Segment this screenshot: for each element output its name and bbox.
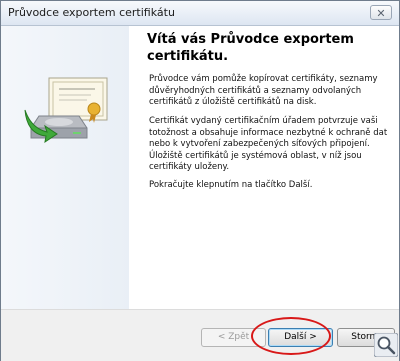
intro-paragraph: Průvodce vám pomůže kopírovat certifikát… (149, 74, 378, 107)
magnifier-icon[interactable] (374, 333, 398, 357)
continue-instruction: Pokračujte klepnutím na tlačítko Další. (149, 180, 313, 190)
wizard-content: Vítá vás Průvodce exportem certifikátu. … (129, 26, 397, 309)
title-bar: Průvodce exportem certifikátu ✕ (1, 1, 399, 26)
wizard-window: Průvodce exportem certifikátu ✕ Vítá vás… (0, 0, 400, 361)
wizard-sidebar (1, 26, 129, 309)
window-title: Průvodce exportem certifikátu (8, 6, 175, 19)
next-button[interactable]: Další > (268, 328, 333, 347)
close-button[interactable]: ✕ (370, 5, 392, 20)
page-title: Vítá vás Průvodce exportem certifikátu. (147, 32, 354, 64)
certificate-export-icon (24, 77, 108, 144)
back-button[interactable]: < Zpět (201, 328, 266, 347)
certificate-info-paragraph: Certifikát vydaný certifikačním úřadem p… (149, 116, 388, 172)
button-bar: < Zpět Další > Storno (1, 309, 399, 361)
